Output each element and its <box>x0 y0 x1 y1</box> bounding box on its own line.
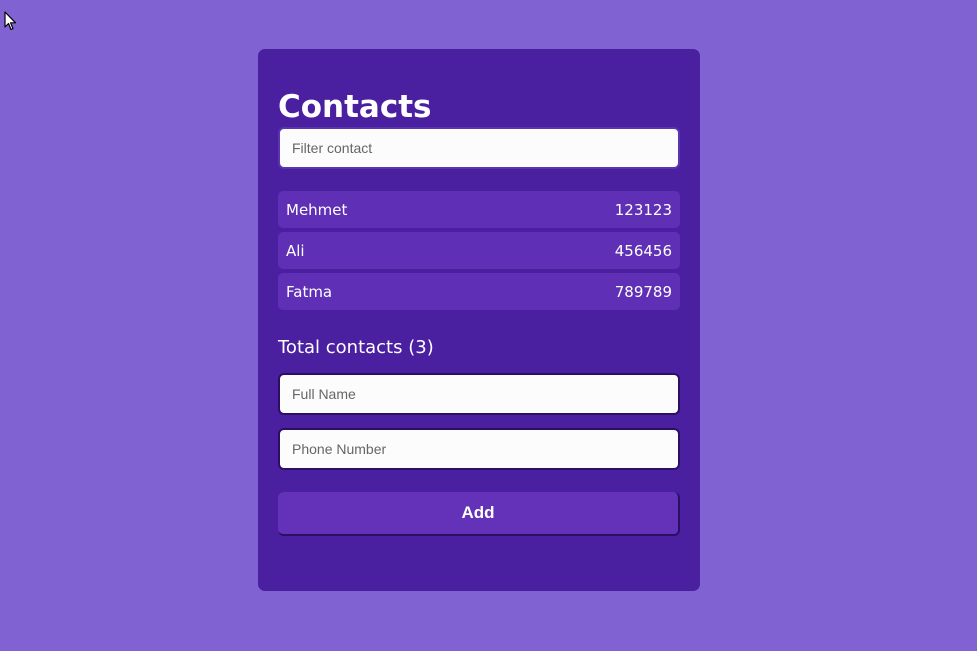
list-item[interactable]: Fatma 789789 <box>278 273 680 310</box>
contact-phone: 123123 <box>614 200 672 219</box>
page-title: Contacts <box>278 89 432 125</box>
contact-phone: 789789 <box>614 282 672 301</box>
phone-number-field[interactable] <box>278 428 680 470</box>
contact-name: Fatma <box>286 282 333 301</box>
mouse-pointer-icon <box>4 11 17 31</box>
contact-name: Ali <box>286 241 305 260</box>
contact-list: Mehmet 123123 Ali 456456 Fatma 789789 <box>278 191 680 314</box>
contact-phone: 456456 <box>614 241 672 260</box>
list-item[interactable]: Mehmet 123123 <box>278 191 680 228</box>
list-item[interactable]: Ali 456456 <box>278 232 680 269</box>
filter-input[interactable] <box>278 127 680 169</box>
add-button[interactable]: Add <box>278 492 680 536</box>
contacts-card: Contacts Mehmet 123123 Ali 456456 Fatma … <box>258 49 700 591</box>
contact-name: Mehmet <box>286 200 348 219</box>
full-name-field[interactable] <box>278 373 680 415</box>
total-contacts-label: Total contacts (3) <box>278 337 434 358</box>
